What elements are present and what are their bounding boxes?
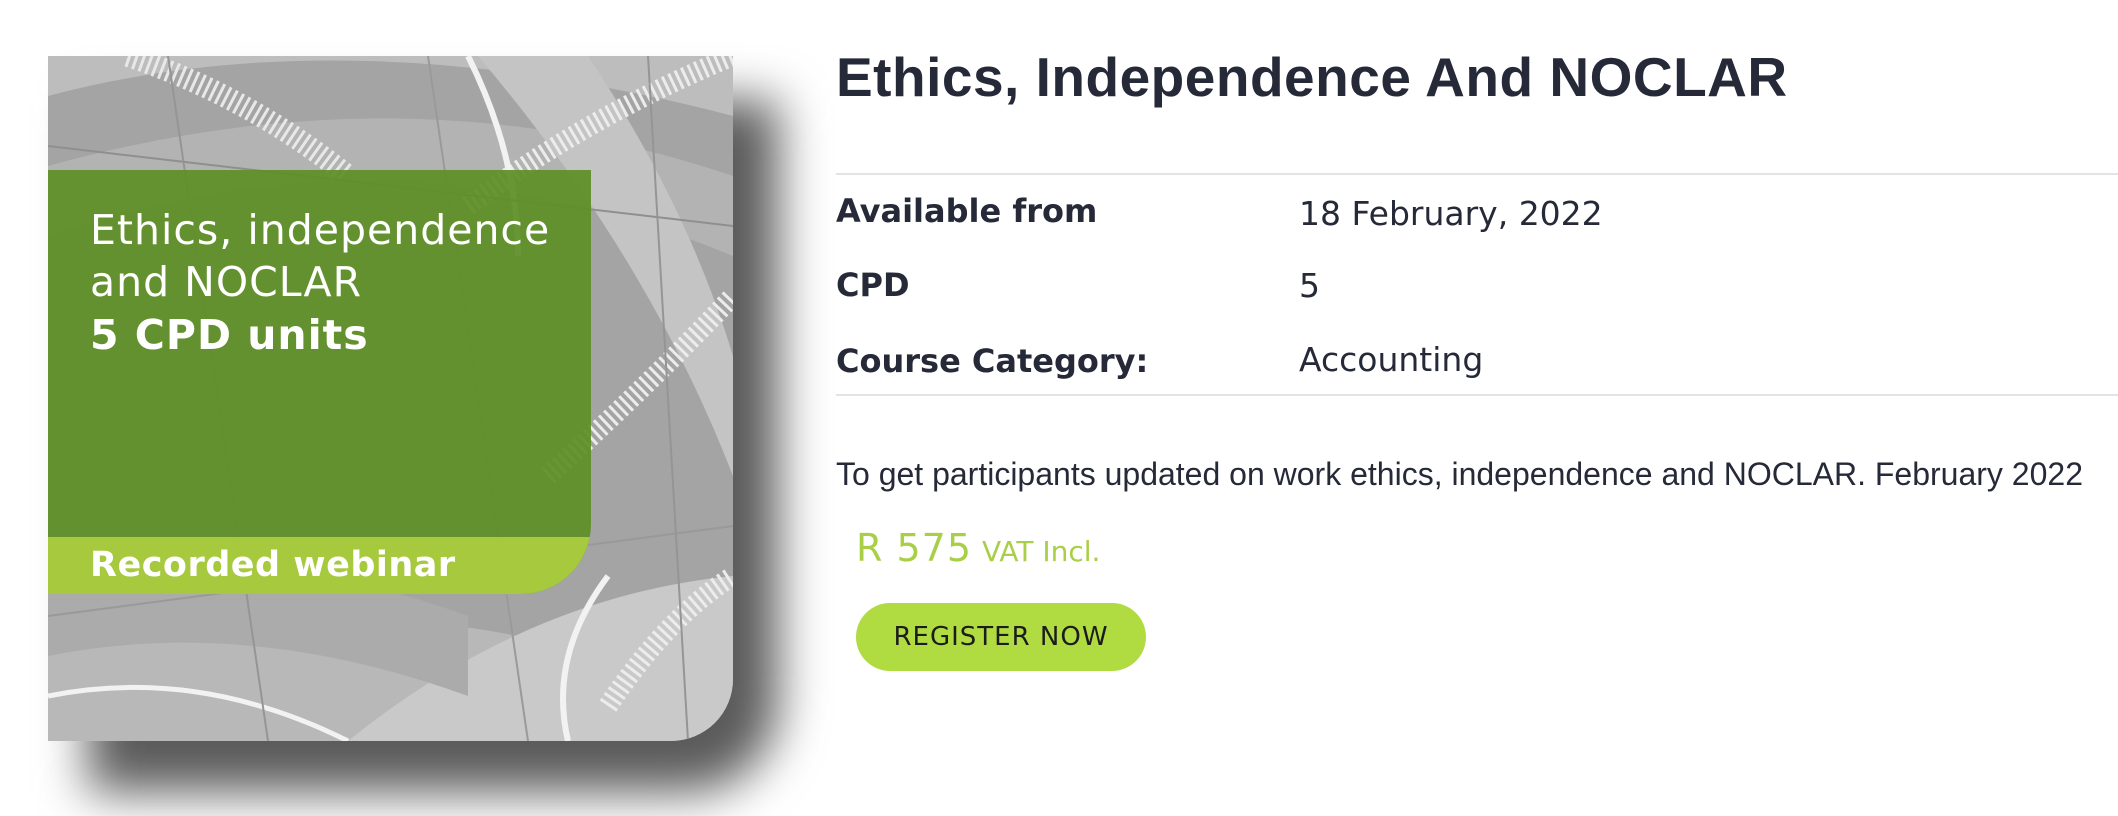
course-image-title-line2: and NOCLAR [90, 258, 363, 306]
details-top-divider [836, 173, 2118, 175]
price: R 575 VAT Incl. [856, 526, 1100, 570]
register-now-button[interactable]: REGISTER NOW [856, 603, 1146, 671]
details-bottom-divider [836, 394, 2118, 396]
available-from-value: 18 February, 2022 [1299, 194, 1603, 233]
course-category-label: Course Category: [836, 342, 1149, 380]
course-image-title: Ethics, independence and NOCLAR 5 CPD un… [90, 204, 550, 362]
course-title: Ethics, Independence And NOCLAR [836, 46, 1788, 108]
course-category-value: Accounting [1299, 340, 1484, 379]
format-label: Recorded webinar [90, 545, 456, 585]
cpd-value: 5 [1299, 266, 1320, 305]
course-image-units: 5 CPD units [90, 311, 369, 359]
cpd-label: CPD [836, 266, 910, 304]
available-from-label: Available from [836, 192, 1098, 230]
course-image: Ethics, independence and NOCLAR 5 CPD un… [48, 56, 778, 792]
price-vat-note: VAT Incl. [982, 535, 1101, 568]
format-band: Recorded webinar [48, 537, 591, 594]
course-summary-panel: Ethics, independence and NOCLAR 5 CPD un… [48, 170, 591, 594]
course-description: To get participants updated on work ethi… [836, 456, 2083, 492]
register-now-label: REGISTER NOW [893, 622, 1109, 652]
price-amount: R 575 [856, 526, 973, 570]
course-image-title-line1: Ethics, independence [90, 206, 551, 254]
course-image-card: Ethics, independence and NOCLAR 5 CPD un… [48, 56, 733, 741]
